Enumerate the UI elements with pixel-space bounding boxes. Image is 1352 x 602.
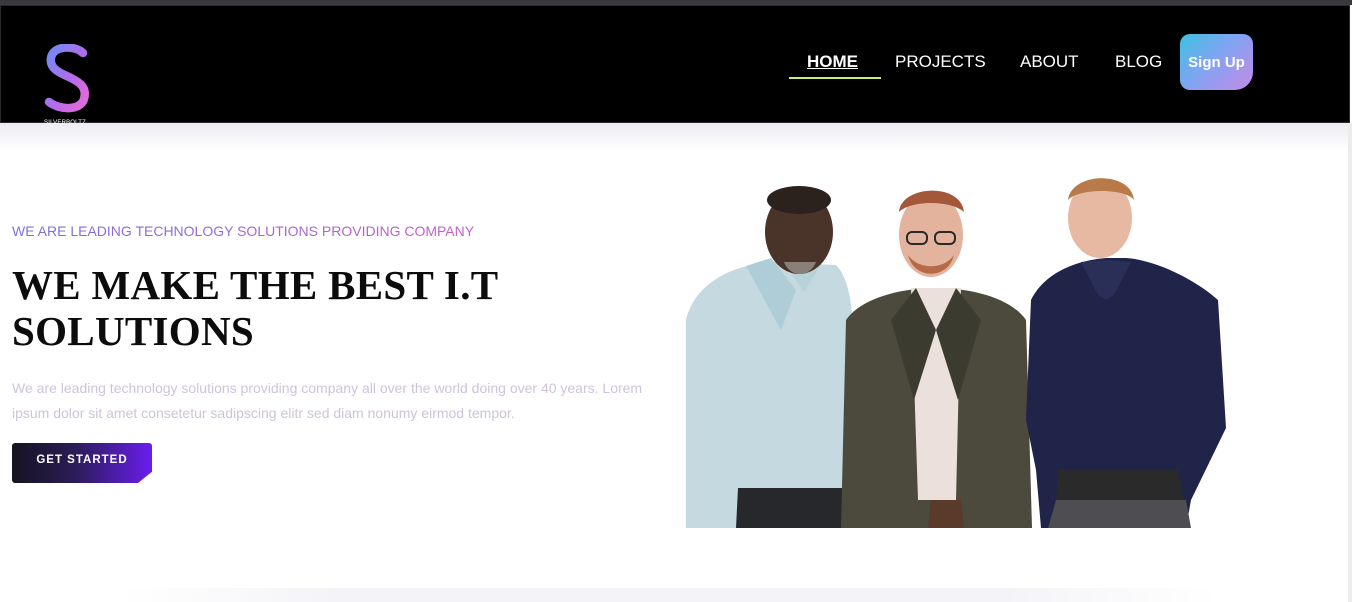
team-photo: [686, 178, 1226, 528]
sign-up-button[interactable]: Sign Up: [1180, 34, 1253, 90]
nav-blog-link[interactable]: BLOG: [1115, 52, 1162, 72]
brand-logo[interactable]: SILVERBOLTZ: [41, 44, 95, 128]
person-middle: [841, 190, 1032, 528]
navbar-shadow: [0, 123, 1350, 151]
nav-projects-link[interactable]: PROJECTS: [895, 52, 986, 72]
nav-active-indicator: [789, 77, 881, 79]
nav-home-link[interactable]: HOME: [807, 52, 858, 72]
get-started-button[interactable]: GET STARTED: [12, 443, 152, 483]
logo-s-icon: [44, 44, 89, 113]
top-navbar: SILVERBOLTZ HOME PROJECTS ABOUT BLOG Sig…: [0, 5, 1350, 126]
page-scroll-edge: [1348, 123, 1352, 602]
person-left: [686, 186, 853, 528]
hero-headline: WE MAKE THE BEST I.T SOLUTIONS: [12, 262, 498, 354]
hero-tagline: WE ARE LEADING TECHNOLOGY SOLUTIONS PROV…: [12, 223, 475, 239]
person-right: [1026, 178, 1226, 528]
next-section-hint: [120, 588, 1220, 602]
hero-description: We are leading technology solutions prov…: [12, 380, 643, 421]
nav-about-link[interactable]: ABOUT: [1020, 52, 1079, 72]
